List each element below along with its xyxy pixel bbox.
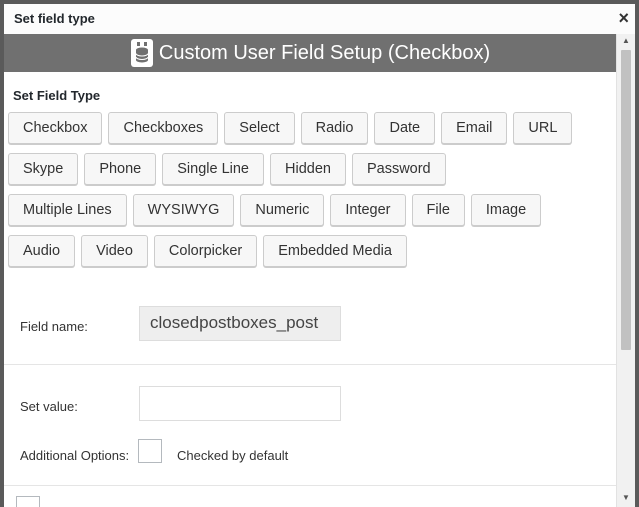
field-type-button-email[interactable]: Email	[441, 112, 508, 144]
field-type-button-skype[interactable]: Skype	[8, 153, 79, 185]
field-type-button-wysiwyg[interactable]: WYSIWYG	[132, 194, 235, 226]
dialog-titlebar: Set field type ×	[4, 4, 635, 35]
field-type-button-hidden[interactable]: Hidden	[270, 153, 346, 185]
field-type-button-single-line[interactable]: Single Line	[162, 153, 264, 185]
additional-options-label: Additional Options:	[20, 448, 130, 463]
scroll-up-icon[interactable]: ▲	[617, 34, 635, 48]
database-icon	[130, 39, 153, 67]
divider	[4, 485, 617, 486]
scroll-down-icon[interactable]: ▼	[617, 491, 635, 505]
field-type-button-colorpicker[interactable]: Colorpicker	[153, 235, 258, 267]
scrollbar-thumb[interactable]	[621, 50, 631, 350]
field-type-button-embedded-media[interactable]: Embedded Media	[263, 235, 407, 267]
field-type-button-file[interactable]: File	[411, 194, 465, 226]
field-type-button-multiple-lines[interactable]: Multiple Lines	[8, 194, 127, 226]
dialog-content: Custom User Field Setup (Checkbox) Set F…	[4, 34, 617, 507]
field-type-button-numeric[interactable]: Numeric	[240, 194, 325, 226]
setup-banner: Custom User Field Setup (Checkbox)	[4, 34, 617, 72]
field-type-button-select[interactable]: Select	[224, 112, 295, 144]
field-type-button-date[interactable]: Date	[374, 112, 436, 144]
field-type-row: Skype Phone Single Line Hidden Password	[8, 153, 613, 185]
banner-title: Custom User Field Setup (Checkbox)	[158, 41, 491, 64]
vertical-scrollbar[interactable]: ▲ ▼	[616, 34, 635, 507]
set-value-input[interactable]	[139, 386, 341, 421]
field-type-button-password[interactable]: Password	[351, 153, 446, 185]
field-type-button-checkbox[interactable]: Checkbox	[8, 112, 103, 144]
set-field-type-heading: Set Field Type	[13, 88, 101, 103]
close-icon[interactable]: ×	[618, 7, 629, 29]
option-checkbox[interactable]	[16, 496, 40, 507]
field-type-buttons: Checkbox Checkboxes Select Radio Date Email UR…	[8, 112, 613, 276]
divider	[4, 364, 617, 365]
field-type-button-image[interactable]: Image	[470, 194, 542, 226]
field-type-button-integer[interactable]: Integer	[330, 194, 406, 226]
field-type-row: Audio Video Colorpicker Embedded Media	[8, 235, 613, 267]
field-type-row: Multiple Lines WYSIWYG Numeric Integer File I…	[8, 194, 613, 226]
dialog-title: Set field type	[14, 11, 95, 26]
field-type-button-radio[interactable]: Radio	[300, 112, 369, 144]
field-type-button-audio[interactable]: Audio	[8, 235, 76, 267]
field-name-input[interactable]: closedpostboxes_post	[139, 306, 341, 341]
dialog-window: Set field type × Custom User Field Setup…	[0, 0, 639, 507]
set-value-label: Set value:	[20, 399, 78, 414]
field-type-button-checkboxes[interactable]: Checkboxes	[108, 112, 219, 144]
field-type-button-video[interactable]: Video	[81, 235, 148, 267]
field-type-button-url[interactable]: URL	[513, 112, 573, 144]
field-type-button-phone[interactable]: Phone	[84, 153, 157, 185]
checked-by-default-checkbox[interactable]	[138, 439, 162, 463]
checked-by-default-label: Checked by default	[177, 448, 289, 463]
field-type-row: Checkbox Checkboxes Select Radio Date Email UR…	[8, 112, 613, 144]
field-name-label: Field name:	[20, 319, 88, 334]
